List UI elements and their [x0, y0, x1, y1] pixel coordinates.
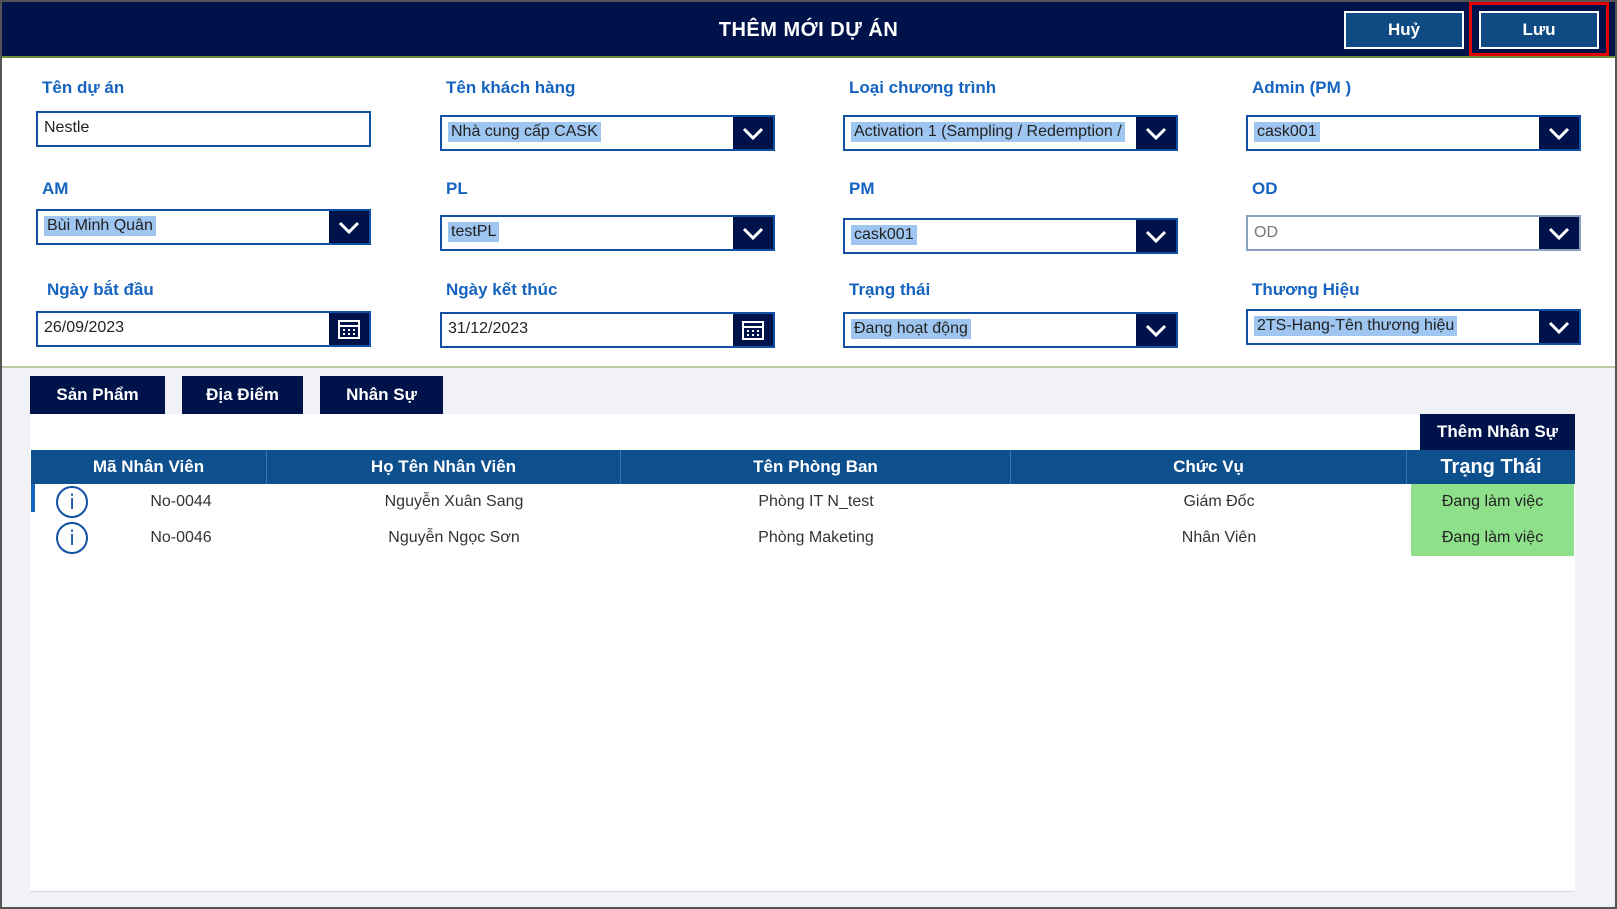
end-date-picker[interactable]: 31/12/2023 [440, 312, 775, 348]
admin-pm-value: cask001 [1254, 122, 1320, 142]
customer-name-label: Tên khách hàng [446, 78, 576, 97]
brand-label: Thương Hiệu [1252, 280, 1360, 299]
od-label: OD [1252, 179, 1278, 198]
cell-code: No-0044 [150, 493, 212, 510]
am-value: Bùi Minh Quân [44, 216, 156, 236]
table-row[interactable]: i No-0046 Nguyễn Ngọc Sơn Phòng Maketing… [31, 520, 1575, 556]
cell-code: No-0046 [150, 529, 212, 546]
am-label: AM [42, 179, 69, 198]
chevron-down-icon [1145, 324, 1167, 338]
pl-select[interactable]: testPL [440, 215, 775, 251]
od-dropdown-button[interactable] [1539, 217, 1579, 249]
customer-name-select[interactable]: Nhà cung cấp CASK [440, 115, 775, 151]
save-button[interactable]: Lưu [1479, 11, 1599, 49]
od-placeholder: OD [1254, 224, 1278, 241]
status-label: Trạng thái [849, 280, 931, 299]
column-header-department: Tên Phòng Ban [621, 450, 1011, 484]
pm-select[interactable]: cask001 [843, 218, 1178, 254]
start-date-value: 26/09/2023 [44, 319, 125, 336]
start-date-picker[interactable]: 26/09/2023 [36, 311, 371, 347]
brand-select[interactable]: 2TS-Hang-Tên thương hiệu [1246, 309, 1581, 345]
status-select[interactable]: Đang hoạt động [843, 312, 1178, 348]
project-name-input[interactable]: Nestle [36, 111, 371, 147]
customer-dropdown-button[interactable] [733, 117, 773, 149]
status-dropdown-button[interactable] [1136, 314, 1176, 346]
status-badge: Đang làm việc [1411, 484, 1574, 520]
am-select[interactable]: Bùi Minh Quân [36, 209, 371, 245]
am-dropdown-button[interactable] [329, 211, 369, 243]
admin-pm-dropdown-button[interactable] [1539, 117, 1579, 149]
pl-dropdown-button[interactable] [733, 217, 773, 249]
pl-value: testPL [448, 222, 500, 242]
program-type-label: Loại chương trình [849, 78, 997, 97]
calendar-icon [338, 320, 360, 339]
column-header-code: Mã Nhân Viên [31, 450, 267, 484]
brand-dropdown-button[interactable] [1539, 311, 1579, 343]
calendar-icon [742, 321, 764, 340]
brand-value: 2TS-Hang-Tên thương hiệu [1254, 316, 1458, 336]
chevron-down-icon [1548, 227, 1570, 241]
chevron-down-icon [338, 221, 360, 235]
header-bar: THÊM MỚI DỰ ÁN Huỷ Lưu [0, 0, 1617, 58]
chevron-down-icon [1548, 321, 1570, 335]
pm-label: PM [849, 179, 875, 198]
column-header-name: Họ Tên Nhân Viên [267, 450, 621, 484]
chevron-down-icon [1145, 127, 1167, 141]
project-name-label: Tên dự án [42, 78, 125, 97]
app-window: THÊM MỚI DỰ ÁN Huỷ Lưu 1 Tên dự án Nestl… [0, 0, 1617, 909]
customer-name-value: Nhà cung cấp CASK [448, 122, 601, 142]
pm-value: cask001 [851, 225, 917, 245]
cell-position: Giám Đốc [1183, 493, 1255, 510]
admin-pm-select[interactable]: cask001 [1246, 115, 1581, 151]
start-date-label: Ngày bắt đầu [47, 280, 154, 299]
row-selected-indicator [31, 484, 35, 512]
status-badge: Đang làm việc [1411, 520, 1574, 556]
start-date-calendar-button[interactable] [329, 313, 369, 345]
od-select[interactable]: OD [1246, 215, 1581, 251]
chevron-down-icon [1548, 127, 1570, 141]
staff-table-header: Mã Nhân Viên Họ Tên Nhân Viên Tên Phòng … [31, 450, 1575, 484]
cell-position: Nhân Viên [1181, 529, 1257, 546]
program-dropdown-button[interactable] [1136, 117, 1176, 149]
table-row[interactable]: i No-0044 Nguyễn Xuân Sang Phòng IT N_te… [31, 484, 1575, 520]
column-header-position: Chức Vụ [1011, 450, 1407, 484]
project-name-value: Nestle [44, 119, 90, 136]
chevron-down-icon [1145, 230, 1167, 244]
column-header-status: Trạng Thái [1440, 456, 1542, 478]
chevron-down-icon [742, 227, 764, 241]
tab-staff[interactable]: Nhân Sự [320, 376, 443, 414]
cancel-button[interactable]: Huỷ [1344, 11, 1464, 49]
tab-products[interactable]: Sản Phẩm [30, 376, 165, 414]
program-type-select[interactable]: Activation 1 (Sampling / Redemption / [843, 115, 1178, 151]
cell-name: Nguyễn Xuân Sang [384, 493, 524, 510]
pm-dropdown-button[interactable] [1136, 220, 1176, 252]
admin-pm-label: Admin (PM ) [1252, 78, 1352, 97]
tab-locations[interactable]: Địa Điểm [182, 376, 303, 414]
end-date-value: 31/12/2023 [448, 320, 529, 337]
status-value: Đang hoạt động [851, 319, 971, 339]
pl-label: PL [446, 179, 468, 198]
cell-name: Nguyễn Ngọc Sơn [388, 529, 520, 546]
program-type-value: Activation 1 (Sampling / Redemption / [851, 122, 1125, 142]
end-date-label: Ngày kết thúc [446, 280, 558, 299]
end-date-calendar-button[interactable] [733, 314, 773, 346]
add-staff-button[interactable]: Thêm Nhân Sự [1420, 414, 1575, 450]
chevron-down-icon [742, 127, 764, 141]
cell-department: Phòng Maketing [758, 529, 874, 546]
cell-department: Phòng IT N_test [758, 493, 874, 510]
